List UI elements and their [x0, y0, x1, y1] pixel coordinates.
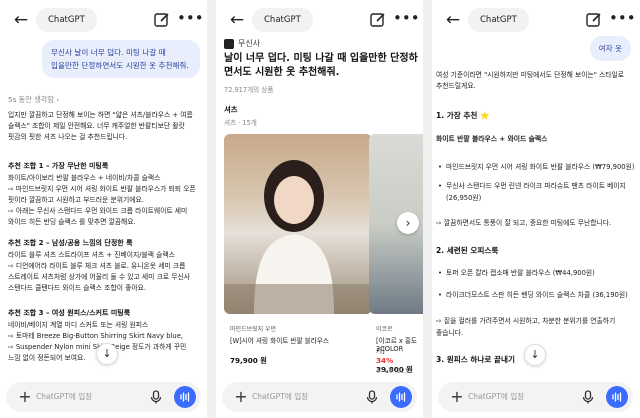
new-chat-icon[interactable]: [367, 9, 389, 31]
discount-badge: 34%: [376, 356, 394, 365]
answer-intro-line: 슬랙스" 조합이 제일 안전해요. 너무 캐주얼한 반팔티보단 촬캇: [8, 122, 185, 130]
product-name[interactable]: [W]시어 셔링 화이트 반팔 블라우스: [230, 335, 329, 345]
model-title[interactable]: ChatGPT: [252, 8, 313, 32]
new-chat-icon[interactable]: [583, 9, 605, 31]
back-arrow-icon[interactable]: ←: [8, 8, 34, 32]
top-bar: ← ChatGPT •••: [216, 0, 423, 40]
combo-text: 화이트/아이보리 반팔 블라우스 + 네이비/차콜 슬랙스: [8, 174, 161, 182]
combo-text: ⇨ 토마테 Breeze Big-Button Shirring Skirt N…: [8, 332, 184, 340]
user-message-line: 무신사 날이 너무 덥다. 미팅 나갈 때: [51, 48, 166, 57]
combo-3-heading: 추천 조합 3 – 여성 원피스/스커트 미팅룩: [8, 309, 131, 317]
product-shop: 이코르: [376, 326, 393, 333]
more-options-icon[interactable]: •••: [393, 9, 420, 31]
voice-mode-button[interactable]: [174, 386, 196, 408]
category-subtitle: 셔츠 · 15개: [224, 119, 257, 127]
brand-row: 무신사: [224, 38, 260, 49]
combo-text: 스트레이트 셔츠처럼 상가에 어울리 둘 수 있고 세미 크로 무신사: [8, 273, 191, 281]
scroll-down-button[interactable]: ↓: [96, 343, 118, 365]
combo-text: ⇨ 디언에어라 라이트 블루 체크 셔츠 블로. 유니온옷 세미 크롭: [8, 262, 186, 270]
combo-text: ⇨ 마인드브릿지 우먼 시어 셔링 화이트 반팔 블라우스가 퇴퇴 오픈: [8, 185, 196, 193]
product-bullet: 무신사 스탠다드 우먼 린넨 라이크 파라슈트 팬츠 라이트 베이지: [438, 181, 626, 192]
section-subheading: 화이트 반팔 블라우스 + 와이드 슬랙스: [436, 135, 548, 143]
voice-mode-button[interactable]: [606, 386, 628, 408]
section-2-heading: 2. 세련된 오피스룩: [436, 246, 499, 255]
microphone-icon[interactable]: [579, 388, 597, 406]
combo-text: 스탠다드 쿨탠다드 와이드 슬랙스 조합이 좋아요.: [8, 284, 147, 292]
message-input[interactable]: ChatGPT에 입장: [252, 391, 308, 402]
top-bar: ← ChatGPT •••: [0, 0, 207, 40]
product-bullet-cont: (26,950원): [446, 194, 482, 202]
product-price: 79,900 원: [230, 356, 267, 365]
combo-text: 네이비/베이지 계열 미디 스커트 또는 셔링 원피스: [8, 321, 149, 329]
chat-panel-2: ← ChatGPT ••• 무신사 날이 너무 덥다. 미팅 나갈 때 입을만한…: [216, 0, 423, 418]
product-rating: ★ 4.9 (22): [376, 368, 408, 375]
product-bullet: 마인드브릿지 우먼 시어 셔링 화이트 반팔 블라우스 (₩79,900원): [438, 162, 634, 173]
section-note: ⇨ 깔끔하면서도 통풍이 잘 되고, 중요한 미팅에도 무난합니다.: [436, 219, 612, 227]
top-bar: ← ChatGPT •••: [432, 0, 639, 40]
answer-intro-line: 여성 기준이라면 "시원하지만 미팅에서도 단정해 보이는" 스타일로: [436, 71, 625, 79]
answer-intro-line: 입지만 깔끔하고 단정해 보이는 하면 "얇은 셔츠/블라우스 + 여름: [8, 111, 193, 119]
voice-mode-button[interactable]: [390, 386, 412, 408]
answer-intro-line: 추천드릴게요.: [436, 82, 476, 90]
combo-text: 핏이라 깔끔하고 시원하고 부드러운 분위기에요.: [8, 196, 144, 204]
user-message-line: 입을만한 단정하면서도 시원한 옷 추천해줘.: [51, 61, 189, 70]
message-input[interactable]: ChatGPT에 입장: [36, 391, 92, 402]
microphone-icon[interactable]: [147, 388, 165, 406]
answer-intro-line: 핏감의 핏한 셔츠 나오는 걸 추천드립니다.: [8, 133, 128, 141]
section-3-heading: 3. 원피스 하나로 끝내기: [436, 355, 515, 364]
microphone-icon[interactable]: [363, 388, 381, 406]
model-title[interactable]: ChatGPT: [468, 8, 529, 32]
product-bullet: 토퍼 오픈 칼라 캡소매 반팔 블라우스 (₩44,900원): [438, 268, 595, 279]
result-title: 날이 너무 덥다. 미팅 나갈 때 입을만한 단정하면서도 시원한 옷 추천해줘…: [224, 53, 418, 78]
thinking-toggle[interactable]: 5s 동안 생각함 ›: [8, 95, 59, 105]
category-title: 셔츠: [224, 105, 238, 114]
combo-text: 느낌 없이 정돈되어 보여요.: [8, 354, 86, 362]
section-note: 좋습니다.: [436, 329, 464, 337]
product-bullet: 라이크더모스트 스판 히든 밴딩 와이드 슬랙스 차콜 (36,190원): [438, 290, 628, 301]
composer: + ChatGPT에 입장: [6, 382, 201, 412]
chat-panel-3: ← ChatGPT ••• 여자 옷 여성 기준이라면 "시원하지만 미팅에서도…: [432, 0, 639, 418]
chat-panel-1: ← ChatGPT ••• 무신사 날이 너무 덥다. 미팅 나갈 때 입을만한…: [0, 0, 207, 418]
panel-divider: [207, 0, 216, 418]
product-variant: 2COLOR: [376, 345, 404, 353]
more-options-icon[interactable]: •••: [609, 9, 636, 31]
user-message: 여자 옷: [589, 36, 631, 61]
brand-name: 무신사: [238, 39, 261, 48]
combo-2-heading: 추천 조합 2 – 남성/공용 느낌의 단정한 룩: [8, 239, 133, 247]
product-shop: 마인드브릿지 우먼: [230, 326, 277, 333]
back-arrow-icon[interactable]: ←: [440, 8, 466, 32]
combo-text: 라이트 블루 셔츠 스트라이프 셔츠 + 진베이지/블랙 슬랙스: [8, 251, 175, 259]
message-input[interactable]: ChatGPT에 입장: [468, 391, 524, 402]
scroll-down-button[interactable]: ↓: [524, 344, 546, 366]
carousel-next-button[interactable]: ›: [397, 212, 419, 234]
musinsa-logo-icon: [224, 38, 234, 49]
add-attachment-icon[interactable]: +: [446, 386, 468, 408]
section-note: ⇨ 짙을 컬러를 가려주면서 시원하고, 차분한 분위기를 연출하기: [436, 317, 616, 325]
combo-text: ⇨ 아래는 무신사 스탠다드 우먼 와이드 크롭 라이트웨이트 세미: [8, 207, 188, 215]
panel-divider: [423, 0, 432, 418]
add-attachment-icon[interactable]: +: [14, 386, 36, 408]
user-message: 무신사 날이 너무 덥다. 미팅 나갈 때 입을만한 단정하면서도 시원한 옷 …: [42, 40, 200, 78]
section-1-heading: 1. 가장 추천 ⭐: [436, 111, 490, 120]
product-image[interactable]: [224, 134, 372, 314]
model-title[interactable]: ChatGPT: [36, 8, 97, 32]
back-arrow-icon[interactable]: ←: [224, 8, 250, 32]
add-attachment-icon[interactable]: +: [230, 386, 252, 408]
result-count: 72,917개의 상품: [224, 86, 274, 94]
composer: + ChatGPT에 입장: [222, 382, 417, 412]
new-chat-icon[interactable]: [151, 9, 173, 31]
more-options-icon[interactable]: •••: [177, 9, 204, 31]
composer: + ChatGPT에 입장: [438, 382, 633, 412]
combo-1-heading: 추천 조합 1 – 가장 무난한 미팅룩: [8, 162, 109, 170]
combo-text: 와이드 히든 반딩 슬랙스 를 맞추면 깔끔해요.: [8, 218, 136, 226]
